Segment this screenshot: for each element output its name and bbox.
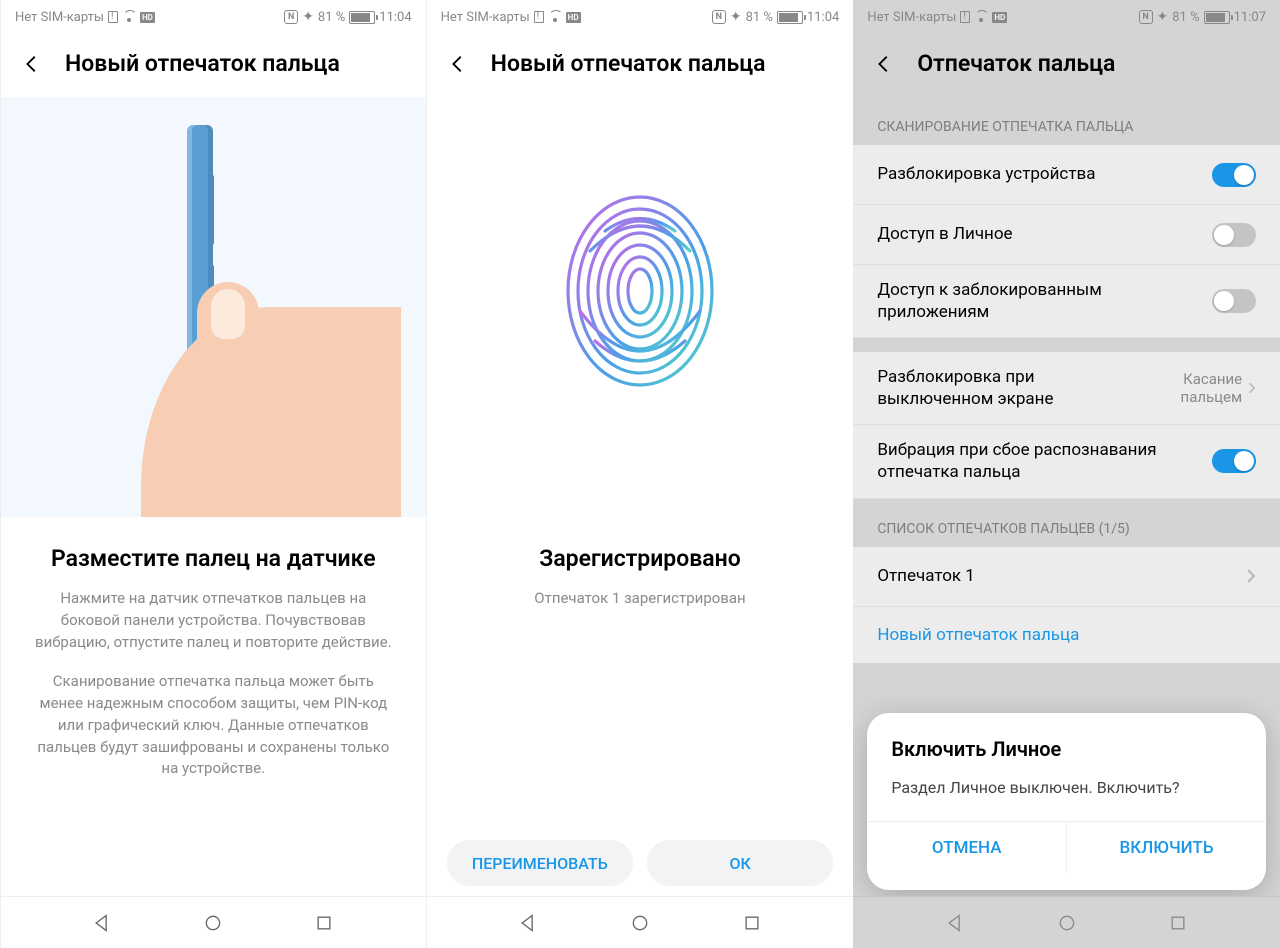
screen-fingerprint-settings: Нет SIM-карты HD N ✦ 81 % 11:07 Отпечато… <box>853 0 1280 948</box>
row-unlock-device[interactable]: Разблокировка устройства <box>853 145 1280 205</box>
toggle-vibrate-on-fail[interactable] <box>1212 449 1256 473</box>
registered-title: Зарегистрировано <box>457 545 824 572</box>
back-icon[interactable] <box>447 53 469 75</box>
fingerprint-icon <box>560 191 720 391</box>
battery-icon <box>349 11 375 24</box>
nav-bar <box>853 896 1280 948</box>
nav-bar <box>1 896 426 948</box>
screen-fingerprint-enroll-step: Нет SIM-карты HD N ✦ 81 % 11:04 Новый от… <box>0 0 427 948</box>
bluetooth-icon: ✦ <box>1157 9 1169 25</box>
dialog-enable-button[interactable]: ВКЛЮЧИТЬ <box>1066 822 1266 874</box>
chevron-right-icon <box>1246 568 1256 584</box>
row-label: Разблокировка при выключенном экране <box>877 366 1144 410</box>
dialog-message: Раздел Личное выключен. Включить? <box>891 777 1242 799</box>
back-icon[interactable] <box>873 53 895 75</box>
header: Новый отпечаток пальца <box>427 34 854 97</box>
row-safe-access[interactable]: Доступ в Личное <box>853 205 1280 265</box>
sim-icon <box>534 11 544 23</box>
page-title: Новый отпечаток пальца <box>65 50 340 77</box>
dialog-cancel-button[interactable]: ОТМЕНА <box>867 822 1066 874</box>
clock: 11:07 <box>1234 10 1266 25</box>
registered-subtitle: Отпечаток 1 зарегистрирован <box>457 588 824 610</box>
row-label: Разблокировка устройства <box>877 163 1095 185</box>
page-title: Новый отпечаток пальца <box>491 50 766 77</box>
bluetooth-icon: ✦ <box>730 9 742 25</box>
clock: 11:04 <box>807 10 839 25</box>
battery-icon <box>777 11 803 24</box>
status-bar: Нет SIM-карты HD N ✦ 81 % 11:07 <box>853 0 1280 34</box>
volte-icon: HD <box>566 12 581 23</box>
screen-fingerprint-registered: Нет SIM-карты HD N ✦ 81 % 11:04 Новый от… <box>427 0 854 948</box>
nav-back-icon[interactable] <box>92 913 112 933</box>
ok-button[interactable]: ОК <box>647 840 833 886</box>
row-label: Доступ в Личное <box>877 223 1012 245</box>
fingerprint-illustration <box>427 97 854 517</box>
carrier-text: Нет SIM-карты <box>15 10 104 25</box>
row-unlock-screen-off[interactable]: Разблокировка при выключенном экране Кас… <box>853 352 1280 425</box>
wifi-icon <box>548 10 562 24</box>
carrier-text: Нет SIM-карты <box>867 10 956 25</box>
nav-recent-icon[interactable] <box>742 913 762 933</box>
nav-recent-icon[interactable] <box>1168 913 1188 933</box>
rename-button[interactable]: ПЕРЕИМЕНОВАТЬ <box>447 840 633 886</box>
enroll-illustration <box>1 97 426 517</box>
row-label: Отпечаток 1 <box>877 565 975 587</box>
nav-back-icon[interactable] <box>518 913 538 933</box>
battery-pct: 81 % <box>1172 10 1199 25</box>
battery-icon <box>1204 11 1230 24</box>
dialog-enable-safe: Включить Личное Раздел Личное выключен. … <box>867 713 1266 890</box>
row-label: Доступ к заблокированным приложениям <box>877 279 1177 323</box>
instruction-paragraph-1: Нажмите на датчик отпечатков пальцев на … <box>31 588 396 653</box>
section-label-list: СПИСОК ОТПЕЧАТКОВ ПАЛЬЦЕВ (1/5) <box>853 499 1280 547</box>
wifi-icon <box>122 10 136 24</box>
volte-icon: HD <box>992 12 1007 23</box>
status-bar: Нет SIM-карты HD N ✦ 81 % 11:04 <box>1 0 426 34</box>
nav-home-icon[interactable] <box>203 913 223 933</box>
wifi-icon <box>974 10 988 24</box>
toggle-unlock-device[interactable] <box>1212 163 1256 187</box>
header: Новый отпечаток пальца <box>1 34 426 97</box>
sim-icon <box>960 11 970 23</box>
row-vibrate-on-fail[interactable]: Вибрация при сбое распознавания отпечатк… <box>853 425 1280 498</box>
nav-recent-icon[interactable] <box>314 913 334 933</box>
battery-pct: 81 % <box>746 10 773 25</box>
row-new-fingerprint[interactable]: Новый отпечаток пальца <box>853 607 1280 663</box>
nav-bar <box>427 896 854 948</box>
section-label-scan: СКАНИРОВАНИЕ ОТПЕЧАТКА ПАЛЬЦА <box>853 97 1280 145</box>
carrier-text: Нет SIM-карты <box>441 10 530 25</box>
header: Отпечаток пальца <box>853 34 1280 97</box>
dialog-title: Включить Личное <box>891 737 1242 761</box>
nfc-icon: N <box>1139 10 1153 24</box>
instruction-paragraph-2: Сканирование отпечатка пальца может быть… <box>31 671 396 780</box>
toggle-safe-access[interactable] <box>1212 223 1256 247</box>
clock: 11:04 <box>379 10 411 25</box>
chevron-right-icon <box>1248 380 1256 396</box>
nav-back-icon[interactable] <box>945 913 965 933</box>
row-label: Вибрация при сбое распознавания отпечатк… <box>877 439 1177 483</box>
nfc-icon: N <box>284 10 298 24</box>
nav-home-icon[interactable] <box>1057 913 1077 933</box>
battery-pct: 81 % <box>318 10 345 25</box>
bluetooth-icon: ✦ <box>302 9 314 25</box>
toggle-applock-access[interactable] <box>1212 289 1256 313</box>
page-title: Отпечаток пальца <box>917 50 1115 77</box>
volte-icon: HD <box>140 12 155 23</box>
row-applock-access[interactable]: Доступ к заблокированным приложениям <box>853 265 1280 338</box>
instruction-title: Разместите палец на датчике <box>31 545 396 572</box>
sim-icon <box>108 11 118 23</box>
nav-home-icon[interactable] <box>630 913 650 933</box>
row-fingerprint-1[interactable]: Отпечаток 1 <box>853 547 1280 607</box>
row-value: Касание пальцем <box>1145 370 1242 406</box>
status-bar: Нет SIM-карты HD N ✦ 81 % 11:04 <box>427 0 854 34</box>
nfc-icon: N <box>712 10 726 24</box>
back-icon[interactable] <box>21 53 43 75</box>
